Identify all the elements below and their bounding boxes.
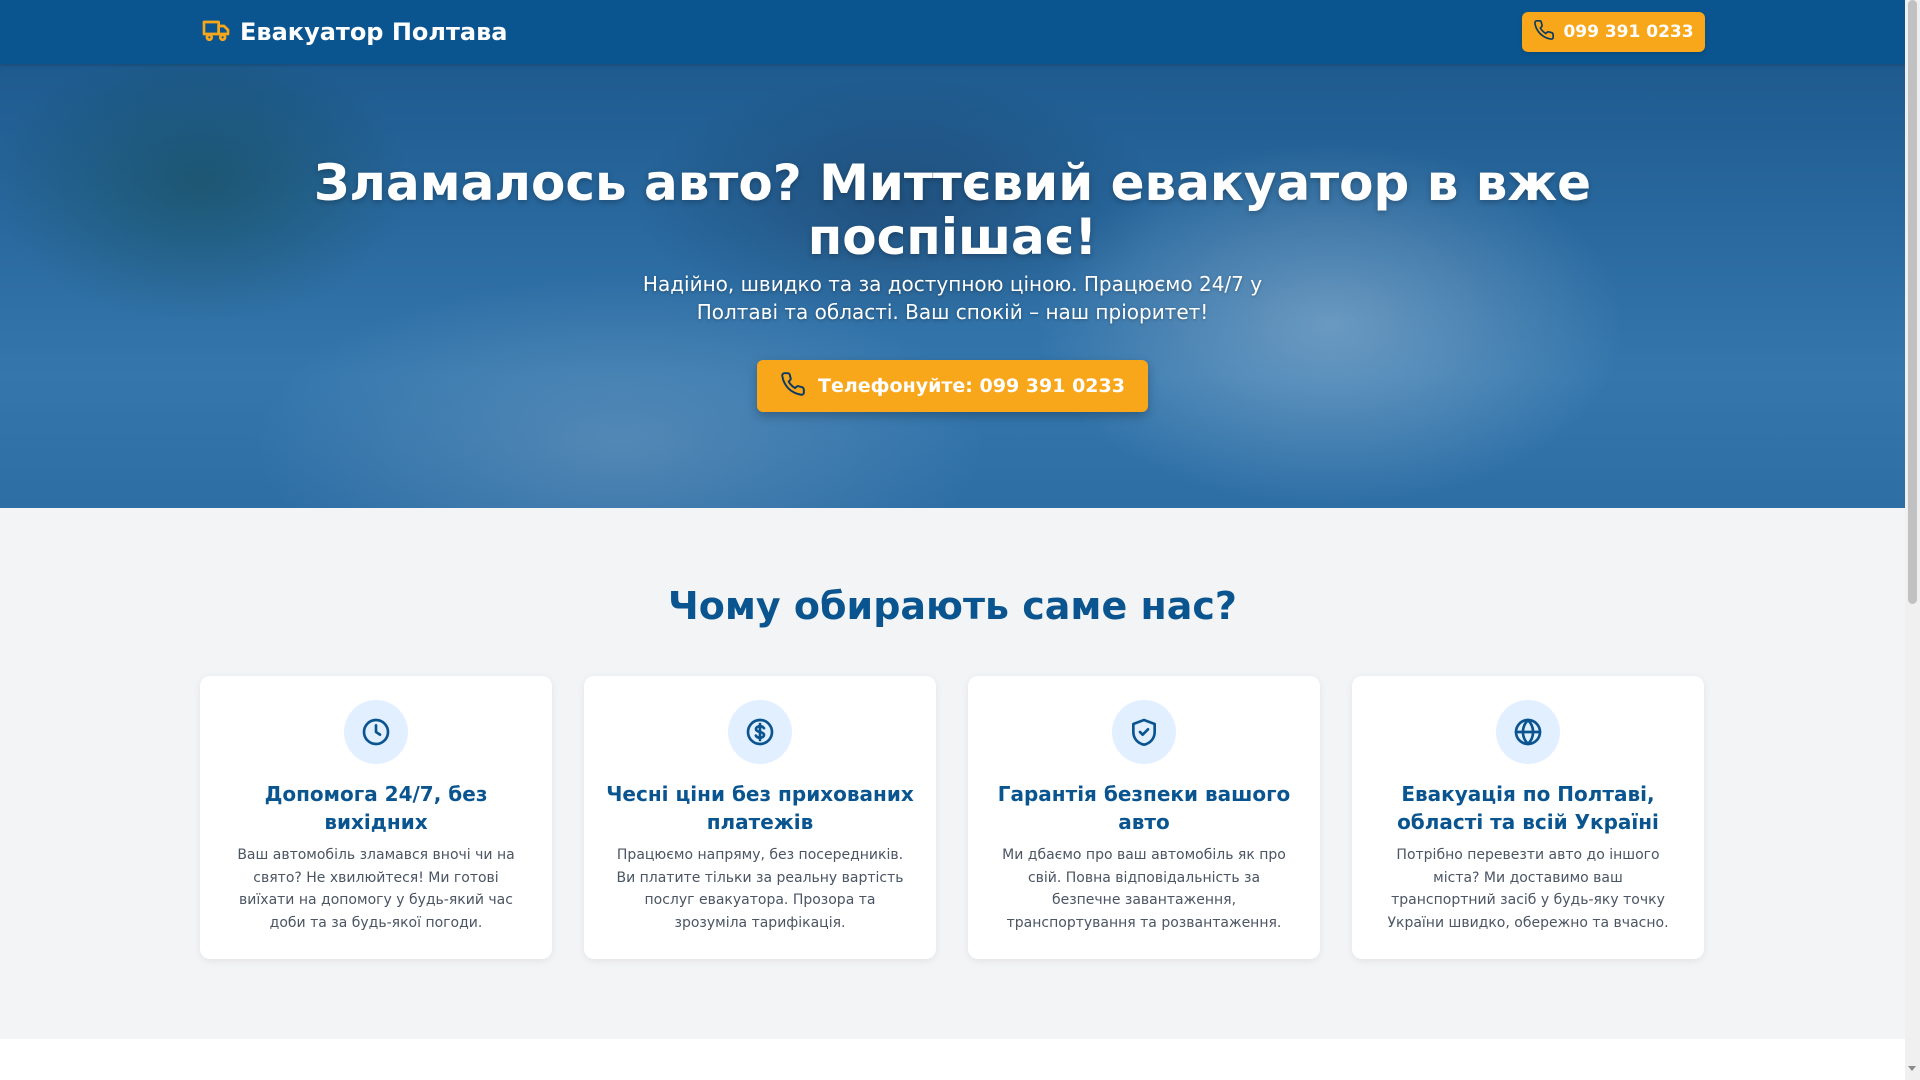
feature-card-title: Чесні ціни без прихованих платежів <box>606 782 914 834</box>
scroll-down-arrow-icon[interactable] <box>1908 1066 1916 1071</box>
clock-icon <box>344 700 408 764</box>
feature-card-prices: Чесні ціни без прихованих платежів Працю… <box>584 676 936 959</box>
feature-card-24-7: Допомога 24/7, без вихідних Ваш автомобі… <box>200 676 552 959</box>
hero-call-button[interactable]: Телефонуйте: 099 391 0233 <box>757 360 1148 412</box>
hero-call-label: Телефонуйте: 099 391 0233 <box>818 375 1125 397</box>
header-phone-button[interactable]: 099 391 0233 <box>1522 12 1705 52</box>
scrollbar-thumb[interactable] <box>1908 0 1917 604</box>
feature-card-title: Допомога 24/7, без вихідних <box>264 782 488 834</box>
hero-subtitle: Надійно, швидко та за доступною ціною. П… <box>642 272 1263 324</box>
brand-name: Евакуатор Полтава <box>240 18 508 46</box>
dollar-icon <box>728 700 792 764</box>
shield-check-icon <box>1112 700 1176 764</box>
phone-icon <box>780 371 818 402</box>
feature-card-text: Ми дбаємо про ваш автомобіль як про свій… <box>1002 847 1286 931</box>
features-section: Чому обирають саме нас? Допомога 24/7, б… <box>0 508 1905 1039</box>
feature-card-text: Потрібно перевезти авто до іншого міста?… <box>1387 847 1669 931</box>
hero-section: Зламалось авто? Миттєвий евакуатор в вже… <box>0 64 1905 508</box>
brand-logo-link[interactable]: Евакуатор Полтава <box>200 14 507 50</box>
feature-card-safety: Гарантія безпеки вашого авто Ми дбаємо п… <box>968 676 1320 959</box>
phone-icon <box>1533 19 1563 46</box>
hero-title: Зламалось авто? Миттєвий евакуатор в вже… <box>313 154 1592 266</box>
truck-icon <box>200 14 240 50</box>
feature-card-title: Гарантія безпеки вашого авто <box>997 782 1291 834</box>
next-section <box>0 1039 1905 1080</box>
features-title: Чому обирають саме нас? <box>668 584 1237 628</box>
feature-card-text: Ваш автомобіль зламався вночі чи на свят… <box>237 847 515 931</box>
feature-card-title: Евакуація по Полтаві, області та всій Ук… <box>1397 782 1659 834</box>
header-phone-label: 099 391 0233 <box>1563 22 1694 42</box>
feature-card-coverage: Евакуація по Полтаві, області та всій Ук… <box>1352 676 1704 959</box>
site-header: Евакуатор Полтава 099 391 0233 <box>0 0 1905 64</box>
feature-card-text: Працюємо напряму, без посередників. Ви п… <box>616 847 904 931</box>
page: Евакуатор Полтава 099 391 0233 Зламалось… <box>0 0 1905 1080</box>
page-scrollbar[interactable] <box>1905 0 1920 1080</box>
globe-icon <box>1496 700 1560 764</box>
